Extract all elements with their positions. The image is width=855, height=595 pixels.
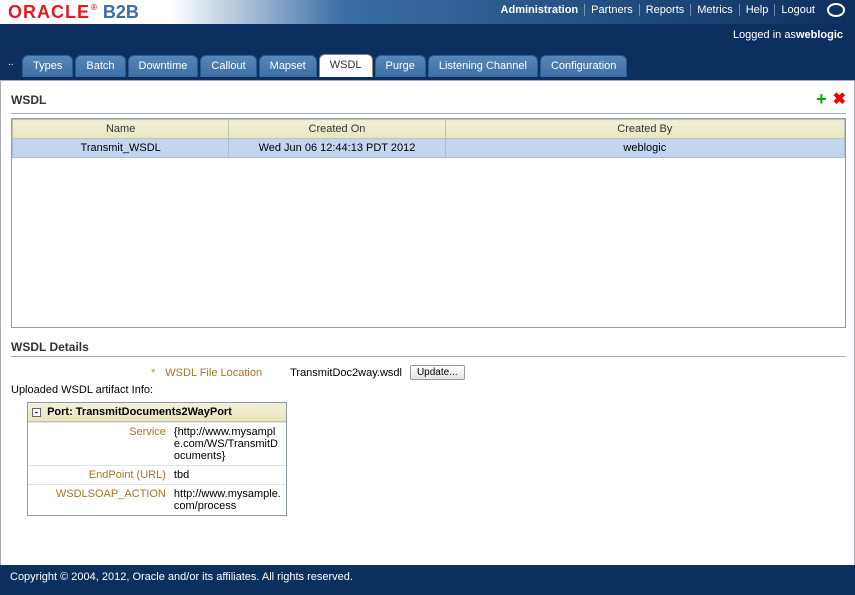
endpoint-key: EndPoint (URL) [28,466,170,485]
tab-purge[interactable]: Purge [375,55,426,77]
content-scroll[interactable]: WSDL + ✖ Name Created On Created By Tran… [11,87,848,547]
cell-created-by: weblogic [445,139,844,158]
copyright: Copyright © 2004, 2012, Oracle and/or it… [10,571,353,583]
table-row[interactable]: Transmit_WSDL Wed Jun 06 12:44:13 PDT 20… [13,139,845,158]
port-name: TransmitDocuments2WayPort [76,406,232,418]
tab-callout[interactable]: Callout [200,55,256,77]
info-icon[interactable] [827,3,845,17]
tab-scroll-left-icon[interactable]: .. [8,57,14,68]
wsdl-file-location-value: TransmitDoc2way.wsdl [290,367,402,379]
content: WSDL + ✖ Name Created On Created By Tran… [0,80,855,570]
wsdl-table: Name Created On Created By Transmit_WSDL… [11,118,846,328]
remove-icon[interactable]: ✖ [833,89,846,110]
add-icon[interactable]: + [816,89,827,110]
wsdl-file-row: * WSDL File Location TransmitDoc2way.wsd… [151,365,846,380]
endpoint-value: tbd [170,466,286,485]
wsdl-file-location-label: WSDL File Location [165,367,262,379]
artifact-panel: - Port: TransmitDocuments2WayPort Servic… [27,402,287,516]
footer: Copyright © 2004, 2012, Oracle and/or it… [0,565,855,595]
logged-in-user: weblogic [796,29,843,41]
tab-configuration[interactable]: Configuration [540,55,627,77]
nav-metrics[interactable]: Metrics [691,4,739,16]
header: ORACLE B2B Administration Partners Repor… [0,0,855,24]
col-name[interactable]: Name [13,120,229,139]
service-key: Service [28,423,170,466]
artifact-row: Service {http://www.mysample.com/WS/Tran… [28,423,286,466]
logo-oracle: ORACLE [8,2,97,23]
cell-name: Transmit_WSDL [13,139,229,158]
user-bar: Logged in as weblogic [0,24,855,46]
collapse-icon[interactable]: - [32,408,41,417]
table-empty-area [13,158,845,328]
port-prefix: Port: [47,406,76,418]
tab-types[interactable]: Types [22,55,73,77]
logged-in-label: Logged in as [733,29,796,41]
soap-action-key: WSDLSOAP_ACTION [28,485,170,516]
details-title: WSDL Details [11,338,846,357]
top-nav: Administration Partners Reports Metrics … [495,3,845,17]
cell-created-on: Wed Jun 06 12:44:13 PDT 2012 [229,139,445,158]
tabs: Types Batch Downtime Callout Mapset WSDL… [22,54,847,77]
col-created-on[interactable]: Created On [229,120,445,139]
table-header-row: Name Created On Created By [13,120,845,139]
nav-help[interactable]: Help [740,4,776,16]
required-marker: * [151,367,155,379]
col-created-by[interactable]: Created By [445,120,844,139]
panel-header: WSDL + ✖ [11,87,846,114]
tab-downtime[interactable]: Downtime [128,55,199,77]
artifact-info-label: Uploaded WSDL artifact Info: [11,384,846,396]
nav-partners[interactable]: Partners [585,4,640,16]
artifact-row: WSDLSOAP_ACTION http://www.mysample.com/… [28,485,286,516]
tab-wsdl[interactable]: WSDL [319,54,373,77]
tab-batch[interactable]: Batch [75,55,125,77]
nav-logout[interactable]: Logout [775,4,821,16]
nav-reports[interactable]: Reports [640,4,692,16]
panel-title: WSDL [11,93,46,107]
soap-action-value: http://www.mysample.com/process [170,485,286,516]
update-button[interactable]: Update... [410,365,465,380]
service-value: {http://www.mysample.com/WS/TransmitDocu… [170,423,286,466]
nav-administration[interactable]: Administration [495,4,586,16]
tab-listening-channel[interactable]: Listening Channel [428,55,538,77]
artifact-port-header[interactable]: - Port: TransmitDocuments2WayPort [28,403,286,422]
logo: ORACLE B2B [8,2,139,23]
logo-product: B2B [103,2,139,23]
artifact-row: EndPoint (URL) tbd [28,466,286,485]
tabs-area: .. Types Batch Downtime Callout Mapset W… [0,46,855,80]
tab-mapset[interactable]: Mapset [259,55,317,77]
panel-actions: + ✖ [816,89,846,110]
